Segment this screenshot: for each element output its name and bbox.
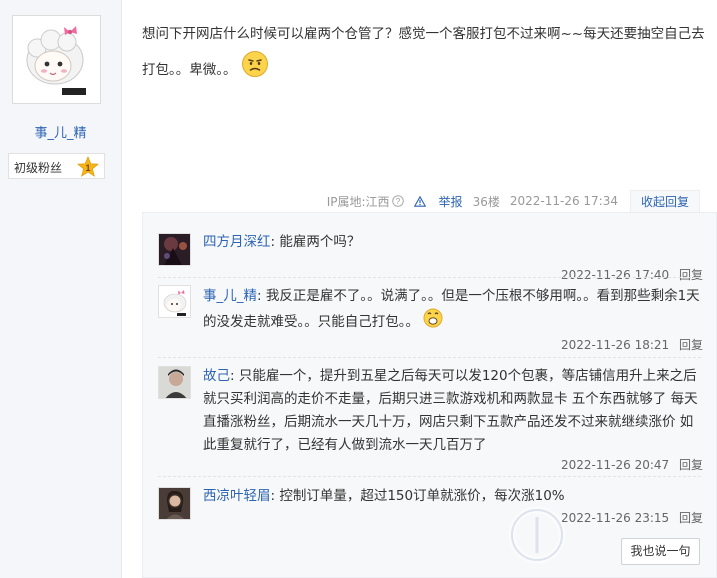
collapse-reply-button[interactable]: 收起回复 [629, 189, 700, 213]
author-sidebar: 事_儿_精 初级粉丝 1 [0, 0, 122, 578]
warning-icon [413, 195, 426, 207]
post-content: 想问下开网店什么时候可以雇两个仓管了？感觉一个客服打包不过来啊~~每天还要抽空自… [142, 18, 707, 90]
reply-footer: 2022-11-26 17:40 回复 [561, 266, 703, 283]
reply-text: 我反正是雇不了。。说满了。。但是一个压根不够用啊。。看到那些剩余1天的没发走就难… [203, 288, 700, 330]
ip-location-text: IP属地:江西 [326, 194, 390, 209]
author-avatar[interactable] [12, 15, 101, 104]
reply-avatar[interactable] [158, 487, 191, 520]
post-text: 想问下开网店什么时候可以雇两个仓管了？感觉一个客服打包不过来啊~~每天还要抽空自… [142, 26, 705, 78]
reply-text: 能雇两个吗？ [279, 234, 361, 250]
smile-face-icon [423, 308, 443, 336]
svg-text:?: ? [395, 197, 400, 206]
post-time: 2022-11-26 17:34 [509, 194, 618, 208]
sheep-avatar-icon [159, 286, 190, 317]
rank-badge[interactable]: 初级粉丝 1 [8, 153, 105, 179]
reply-avatar[interactable] [158, 233, 191, 266]
person-avatar-icon [159, 367, 190, 398]
frown-face-icon [241, 50, 269, 90]
reply-username[interactable]: 故己 [203, 368, 230, 384]
say-something-button[interactable]: 我也说一句 [621, 538, 700, 565]
reply-footer: 2022-11-26 23:15 回复 [561, 509, 703, 526]
reply-button[interactable]: 回复 [679, 268, 703, 282]
reply-time: 2022-11-26 17:40 [561, 268, 670, 282]
sheep-avatar-icon [13, 16, 100, 103]
reply-button[interactable]: 回复 [679, 458, 703, 472]
person-avatar-icon [159, 488, 190, 519]
reply-username[interactable]: 西凉叶轻眉 [203, 488, 271, 504]
floor-number: 36楼 [472, 194, 500, 209]
reply-button[interactable]: 回复 [679, 338, 703, 352]
star-level-icon: 1 [77, 156, 99, 177]
reply-time: 2022-11-26 18:21 [561, 338, 670, 352]
reply-content: 西凉叶轻眉: 控制订单量，超过150订单就涨价，每次涨10% [203, 488, 565, 504]
ip-location: IP属地:江西 ? [317, 193, 404, 210]
dark-figure-avatar-icon [159, 234, 190, 265]
reply-text: 控制订单量，超过150订单就涨价，每次涨10% [279, 488, 565, 504]
reply-button[interactable]: 回复 [679, 511, 703, 525]
reply-time: 2022-11-26 23:15 [561, 511, 670, 525]
help-icon[interactable]: ? [391, 195, 404, 207]
report-label: 举报 [438, 194, 463, 209]
reply-divider [158, 277, 701, 278]
reply-username[interactable]: 事_儿_精 [203, 288, 257, 304]
reply-divider [158, 476, 701, 477]
post-meta: IP属地:江西 ? 举报 36楼 2022-11-26 17:34 收起回复 [317, 189, 700, 213]
report-link[interactable]: 举报 [413, 193, 463, 210]
rank-label: 初级粉丝 [14, 161, 63, 175]
reply-text: 只能雇一个，提升到五星之后每天可以发120个包裹，等店铺信用升上来之后就只买利润… [203, 368, 698, 453]
reply-content: 四方月深红: 能雇两个吗？ [203, 234, 361, 250]
reply-avatar[interactable] [158, 366, 191, 399]
author-name[interactable]: 事_儿_精 [0, 122, 121, 141]
reply-panel: 四方月深红: 能雇两个吗？ 2022-11-26 17:40 回复 事_儿_精:… [142, 212, 717, 578]
reply-footer: 2022-11-26 20:47 回复 [561, 456, 703, 473]
reply-username[interactable]: 四方月深红 [203, 234, 271, 250]
reply-footer: 2022-11-26 18:21 回复 [561, 336, 703, 353]
reply-time: 2022-11-26 20:47 [561, 458, 670, 472]
reply-content: 事_儿_精: 我反正是雇不了。。说满了。。但是一个压根不够用啊。。看到那些剩余1… [203, 285, 703, 336]
reply-divider [158, 357, 701, 358]
reply-avatar[interactable] [158, 285, 191, 318]
rank-level-number: 1 [85, 163, 90, 173]
reply-content: 故己: 只能雇一个，提升到五星之后每天可以发120个包裹，等店铺信用升上来之后就… [203, 368, 698, 453]
